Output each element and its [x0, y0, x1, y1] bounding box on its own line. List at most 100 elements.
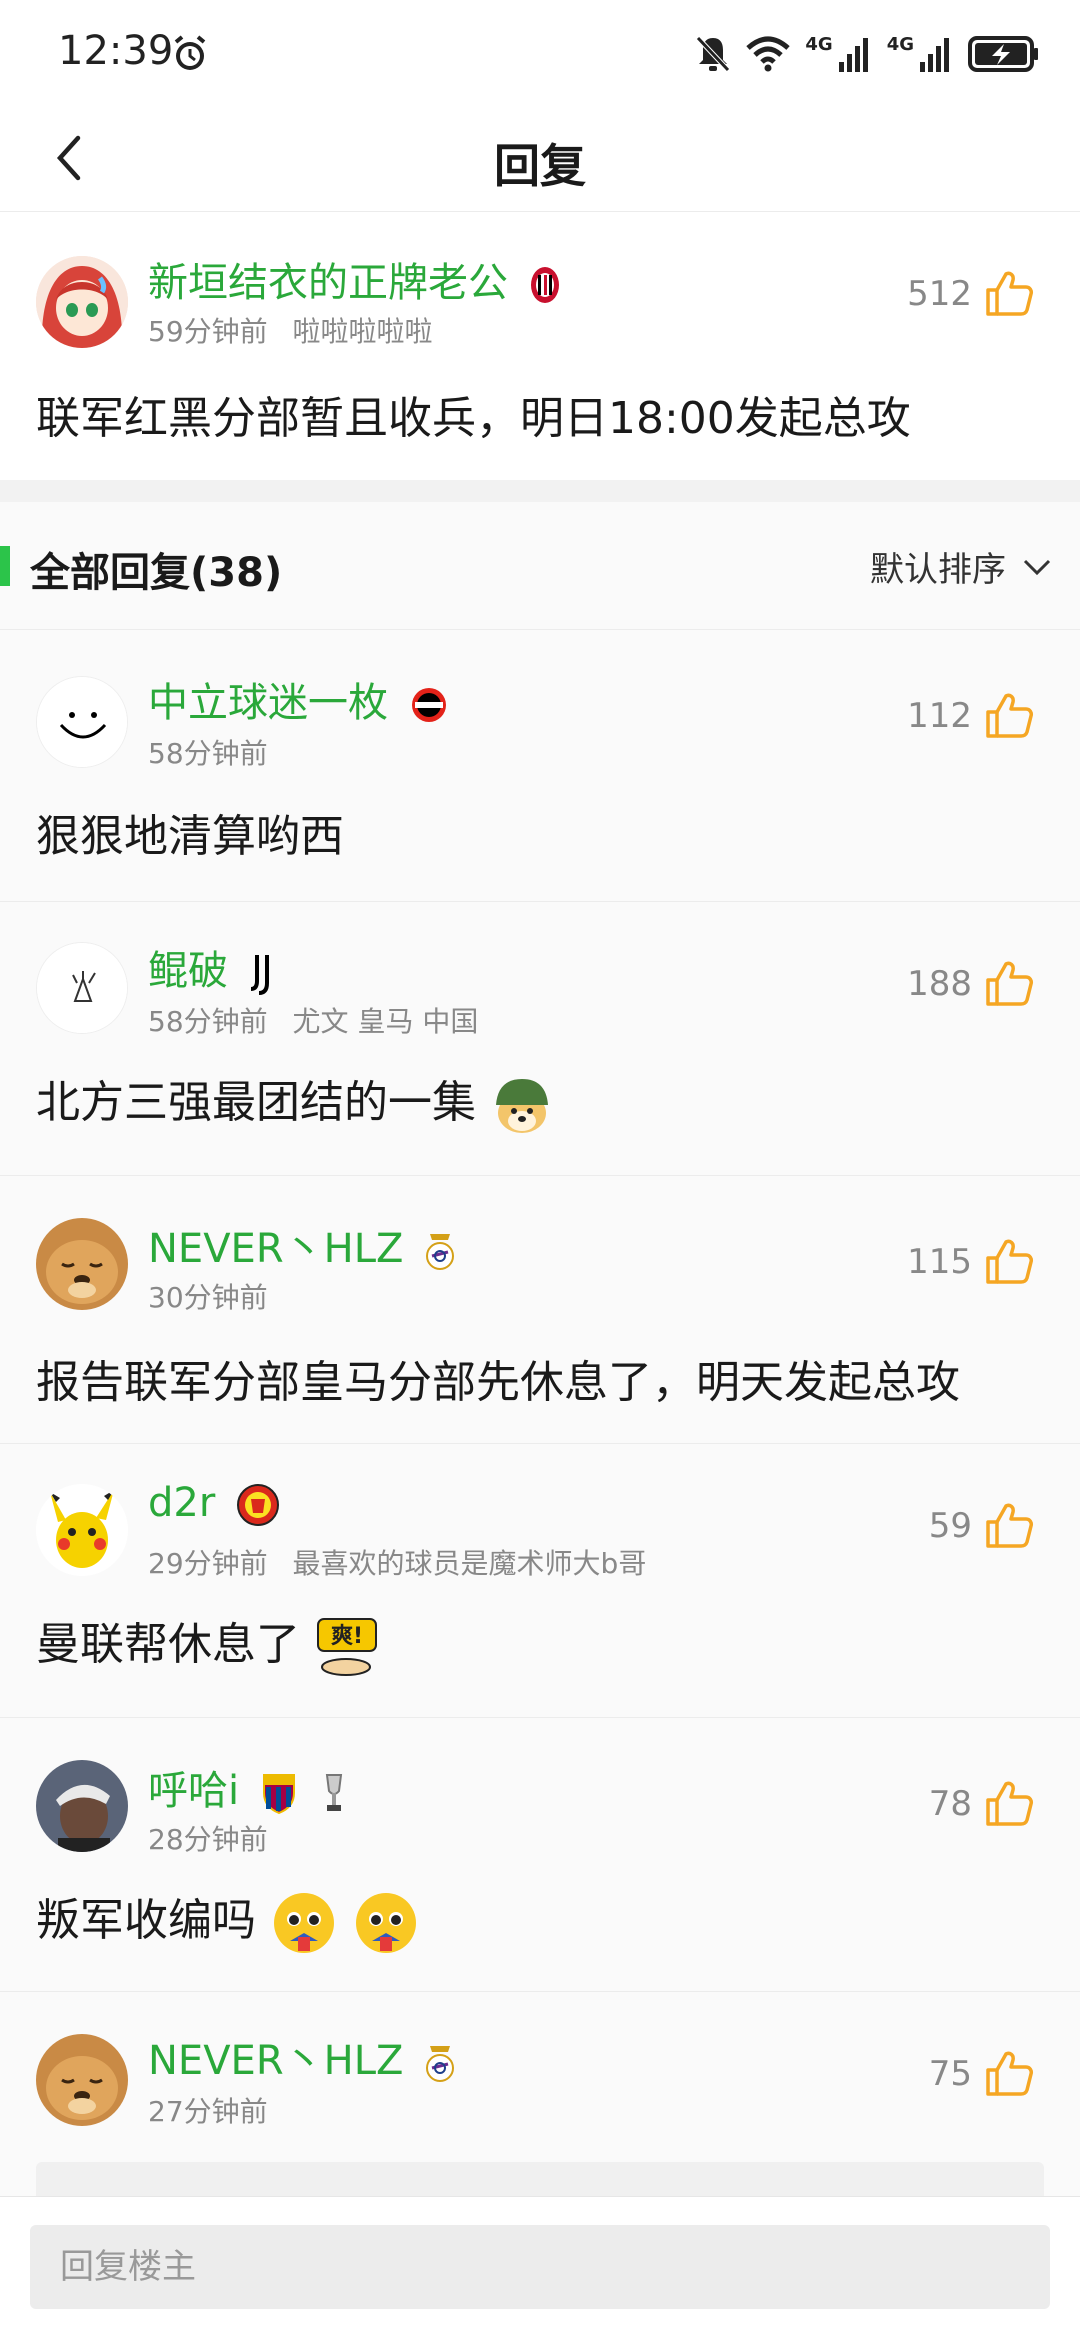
reply-meta: 27分钟前 [148, 2090, 284, 2130]
post-time: 27分钟前 [148, 2095, 268, 2128]
user-signature: 尤文 皇马 中国 [292, 1005, 479, 1038]
reply-item[interactable]: 中立球迷一枚 58分钟前 112 狠狠地清算哟西 [0, 630, 1080, 902]
mute-bell-icon [696, 36, 731, 72]
reply-meta: 29分钟前 最喜欢的球员是魔术师大b哥 [148, 1542, 662, 1582]
username-text: 呼哈i [148, 1768, 240, 1814]
juventus-badge-icon [250, 955, 269, 995]
username-text: NEVER丶HLZ [148, 2038, 404, 2084]
reply-text: 曼联帮休息了 爽! [36, 1608, 384, 1679]
status-icons: 4G 4G [695, 32, 1040, 76]
avatar[interactable] [36, 942, 128, 1034]
comment-text: 联军红黑分部暂且收兵，明日18:00发起总攻 [36, 393, 911, 444]
reply-text-content: 北方三强最团结的一集 [36, 1077, 476, 1128]
status-time: 12:39 [58, 28, 174, 74]
username-text: 新垣结衣的正牌老公 [148, 260, 508, 306]
thumbs-up-icon[interactable] [984, 1500, 1034, 1550]
sketch-avatar-icon [37, 943, 127, 1033]
username-text: d2r [148, 1480, 216, 1526]
post-time: 59分钟前 [148, 315, 268, 348]
pikachu-avatar-icon [36, 1484, 128, 1576]
status-bar: 12:39 4G 4G [0, 0, 1080, 104]
reply-item[interactable]: d2r 29分钟前 最喜欢的球员是魔术师大b哥 59 曼联帮休息了 爽! [0, 1444, 1080, 1718]
real-madrid-badge-icon [426, 2046, 455, 2082]
reply-username[interactable]: NEVER丶HLZ [148, 2028, 456, 2086]
reply-text: 叛军收编吗 [36, 1884, 420, 1957]
username-text: 中立球迷一枚 [148, 680, 388, 726]
sort-label: 默认排序 [870, 550, 1006, 590]
avatar[interactable] [36, 1760, 128, 1852]
like-count: 512 [907, 274, 972, 314]
post-time: 29分钟前 [148, 1547, 268, 1580]
bottom-reply-bar [0, 2196, 1080, 2340]
main-comment-username[interactable]: 新垣结衣的正牌老公 [148, 250, 561, 308]
post-time: 30分钟前 [148, 1281, 268, 1314]
smiley-face-avatar-icon [37, 677, 127, 767]
like-count: 78 [928, 1784, 972, 1824]
network-type-label: 4G [805, 33, 833, 55]
main-comment[interactable]: 新垣结衣的正牌老公 59分钟前 啦啦啦啦啦 512 联军红黑分部暂且收兵，明日1… [0, 212, 1080, 480]
shuang-sticker-emoji-icon: 爽! [317, 1618, 377, 1676]
avatar[interactable] [36, 2034, 128, 2126]
pleading-face-emoji-icon [274, 1893, 334, 1953]
avatar[interactable] [36, 1218, 128, 1310]
reply-item[interactable]: NEVER丶HLZ 30分钟前 115 报告联军分部皇马分部先休息了，明天发起总… [0, 1176, 1080, 1444]
thumbs-up-icon[interactable] [984, 1236, 1034, 1286]
accent-bar [0, 546, 10, 586]
post-time: 58分钟前 [148, 737, 268, 770]
reply-username[interactable]: 鲲破 [148, 938, 279, 996]
section-divider [0, 480, 1080, 502]
reply-input[interactable] [30, 2225, 1050, 2309]
doge-soldier-emoji-icon [496, 1079, 548, 1133]
person-cap-avatar-icon [36, 1760, 128, 1852]
main-comment-meta: 59分钟前 啦啦啦啦啦 [148, 310, 449, 350]
real-madrid-badge-icon [426, 1234, 455, 1270]
alarm-icon [174, 35, 206, 70]
reply-username[interactable]: 中立球迷一枚 [148, 670, 449, 728]
reply-item[interactable]: 呼哈i 28分钟前 78 叛军收编吗 [0, 1718, 1080, 1992]
reply-username[interactable]: d2r [148, 1480, 280, 1527]
puppy-avatar-icon [36, 1218, 128, 1310]
reply-meta: 58分钟前 [148, 732, 284, 772]
battery-charging-icon [968, 36, 1038, 72]
reply-username[interactable]: 呼哈i [148, 1758, 349, 1816]
thumbs-up-icon[interactable] [984, 1778, 1034, 1828]
avatar[interactable] [36, 256, 128, 348]
replies-header: 全部回复(38) 默认排序 [0, 502, 1080, 630]
reply-text: 狠狠地清算哟西 [36, 811, 344, 862]
reply-text: 北方三强最团结的一集 [36, 1066, 554, 1137]
user-signature: 最喜欢的球员是魔术师大b哥 [292, 1547, 647, 1580]
like-count: 188 [907, 964, 972, 1004]
wifi-icon [746, 36, 791, 72]
like-count: 115 [907, 1242, 972, 1282]
trophy-icon [325, 1774, 342, 1811]
like-count: 59 [928, 1506, 972, 1546]
title-bar: 回复 [0, 104, 1080, 212]
reply-meta: 30分钟前 [148, 1276, 284, 1316]
username-text: 鲲破 [148, 948, 228, 994]
leverkusen-badge-icon [411, 688, 446, 722]
ac-milan-badge-icon [530, 267, 559, 303]
sort-dropdown[interactable]: 默认排序 [870, 542, 1052, 591]
anime-girl-avatar-icon [36, 256, 128, 348]
reply-text: 报告联军分部皇马分部先休息了，明天发起总攻 [36, 1357, 960, 1408]
chevron-down-icon [1023, 559, 1051, 575]
avatar[interactable] [36, 1484, 128, 1576]
pleading-face-emoji-icon [356, 1893, 416, 1953]
reply-username[interactable]: NEVER丶HLZ [148, 1216, 456, 1274]
signal-icon-2 [920, 38, 949, 72]
puppy-avatar-icon [36, 2034, 128, 2126]
thumbs-up-icon[interactable] [984, 268, 1034, 318]
reply-text-content: 曼联帮休息了 [36, 1619, 300, 1670]
avatar[interactable] [36, 676, 128, 768]
signal-icon [838, 38, 868, 72]
thumbs-up-icon[interactable] [984, 690, 1034, 740]
network-type-label-2: 4G [886, 33, 914, 55]
thumbs-up-icon[interactable] [984, 958, 1034, 1008]
post-time: 58分钟前 [148, 1005, 268, 1038]
reply-item[interactable]: 鲲破 58分钟前 尤文 皇马 中国 188 北方三强最团结的一集 [0, 902, 1080, 1176]
user-signature: 啦啦啦啦啦 [292, 315, 433, 348]
thumbs-up-icon[interactable] [984, 2048, 1034, 2098]
page-title: 回复 [494, 139, 586, 193]
sticker-text: 爽! [331, 1624, 363, 1649]
like-count: 75 [928, 2054, 972, 2094]
